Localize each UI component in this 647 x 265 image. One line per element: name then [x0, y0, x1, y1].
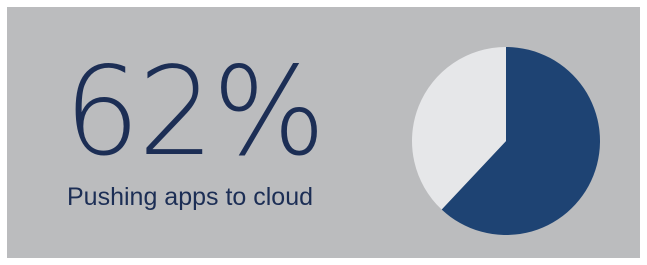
- stat-card: 62% Pushing apps to cloud: [7, 7, 640, 258]
- pie-chart: [412, 47, 600, 235]
- stat-label: Pushing apps to cloud: [67, 183, 314, 211]
- stat-value: 62%: [64, 41, 326, 183]
